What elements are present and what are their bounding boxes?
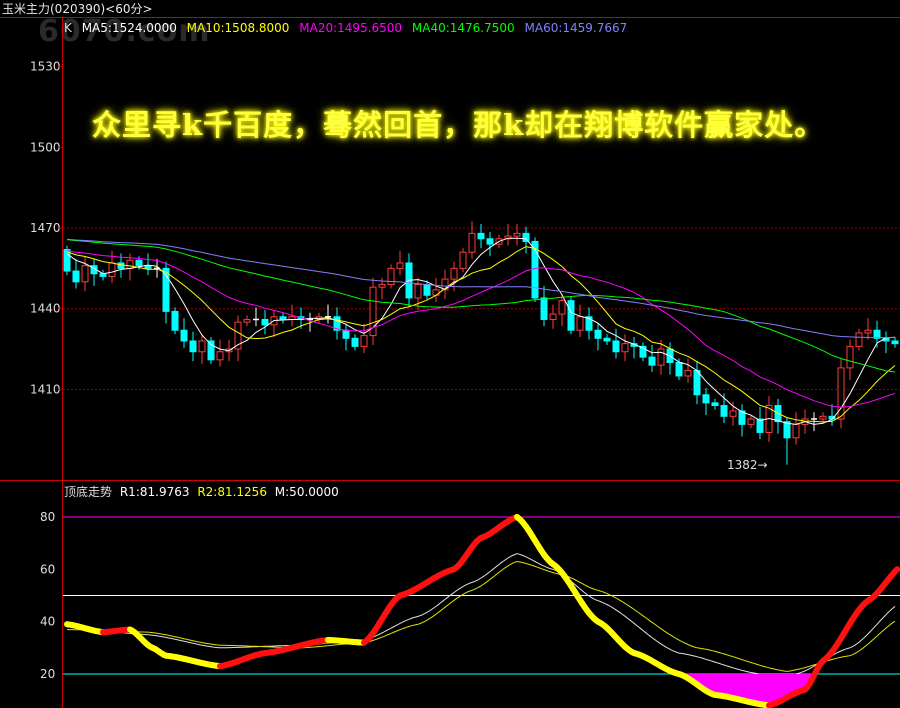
candle-up — [126, 259, 134, 269]
overlay-slogan: 众里寻k千百度，蓦然回首，那k却在翔博软件赢家处。 — [92, 108, 825, 142]
candle-down — [477, 232, 485, 240]
r2-line — [66, 553, 896, 675]
candle-down — [783, 421, 791, 439]
candle-up — [81, 265, 89, 283]
candle-down — [279, 316, 287, 320]
legend-r2: R2:81.1256 — [197, 485, 267, 499]
candle-down — [189, 340, 197, 353]
candle-down — [702, 394, 710, 404]
ma20-line — [66, 250, 896, 408]
legend-ma10: MA10:1508.8000 — [186, 21, 290, 35]
candle-down — [144, 265, 152, 269]
candle-up — [549, 313, 557, 320]
candle-up — [621, 343, 629, 353]
candle-down — [675, 362, 683, 377]
candle-down — [711, 402, 719, 407]
indicator-tick-label: 60 — [40, 562, 55, 576]
price-tick-label: 1440 — [30, 302, 61, 316]
indicator-tick-label: 20 — [40, 667, 55, 681]
candle-down — [612, 340, 620, 353]
candle-down — [117, 262, 125, 269]
candle-down — [72, 270, 80, 283]
candle-up — [468, 232, 476, 253]
candle-down — [342, 329, 350, 339]
candle-up — [108, 262, 116, 277]
r1-segment — [892, 566, 900, 575]
legend-m: M:50.0000 — [274, 485, 339, 499]
candle-up — [657, 348, 665, 366]
legend-k: K — [64, 21, 72, 35]
price-tick-label: 1410 — [30, 382, 61, 396]
price-tick-label: 1500 — [30, 140, 61, 154]
candle-up — [432, 289, 440, 296]
candle-down — [540, 297, 548, 320]
candle-up — [513, 232, 521, 237]
candle-down — [261, 318, 269, 326]
legend-ma20: MA20:1495.6500 — [299, 21, 403, 35]
candle-down — [351, 337, 359, 347]
candle-up — [360, 335, 368, 347]
candle-up — [864, 329, 872, 334]
candle-down — [207, 340, 215, 361]
legend-ma40: MA40:1476.7500 — [411, 21, 515, 35]
candle-up — [747, 418, 755, 425]
ma-legend: K MA5:1524.0000 MA10:1508.8000 MA20:1495… — [64, 21, 633, 35]
legend-ma60: MA60:1459.7667 — [524, 21, 628, 35]
indicator-tick-label: 40 — [40, 615, 55, 629]
candle-down — [648, 356, 656, 366]
candle-up — [846, 345, 854, 369]
candle-down — [594, 329, 602, 339]
candle-down — [891, 340, 899, 345]
candle-down — [135, 259, 143, 267]
candle-up — [792, 423, 800, 439]
price-tick-label: 1530 — [30, 60, 61, 74]
indicator-legend: 顶底走势 R1:81.9763 R2:81.1256 M:50.0000 — [64, 483, 343, 500]
candle-up — [576, 316, 584, 331]
indicator-name: 顶底走势 — [64, 485, 113, 499]
candle-up — [243, 318, 251, 323]
candle-down — [567, 300, 575, 331]
ma5-line — [66, 237, 896, 425]
candle-down — [693, 370, 701, 396]
indicator-tick-label: 80 — [40, 510, 55, 524]
candle-up — [450, 267, 458, 280]
candle-up — [378, 283, 386, 288]
candle-up — [729, 410, 737, 417]
candle-up — [459, 251, 467, 269]
candle-up — [216, 351, 224, 361]
candle-up — [855, 332, 863, 347]
candle-up — [414, 283, 422, 299]
candle-up — [198, 340, 206, 353]
price-tick-label: 1470 — [30, 221, 61, 235]
candle-up — [819, 415, 827, 420]
legend-ma5: MA5:1524.0000 — [81, 21, 177, 35]
candle-down — [180, 329, 188, 342]
candle-down — [603, 337, 611, 342]
candle-up — [558, 300, 566, 315]
candle-down — [423, 283, 431, 296]
candle-down — [486, 238, 494, 245]
low-price-marker: 1382→ — [727, 458, 768, 472]
candle-up — [396, 262, 404, 269]
legend-r1: R1:81.9763 — [119, 485, 190, 499]
candle-up — [684, 370, 692, 377]
candle-down — [522, 232, 530, 242]
ma10-line — [66, 246, 896, 423]
candle-down — [171, 310, 179, 331]
candle-down — [720, 405, 728, 417]
